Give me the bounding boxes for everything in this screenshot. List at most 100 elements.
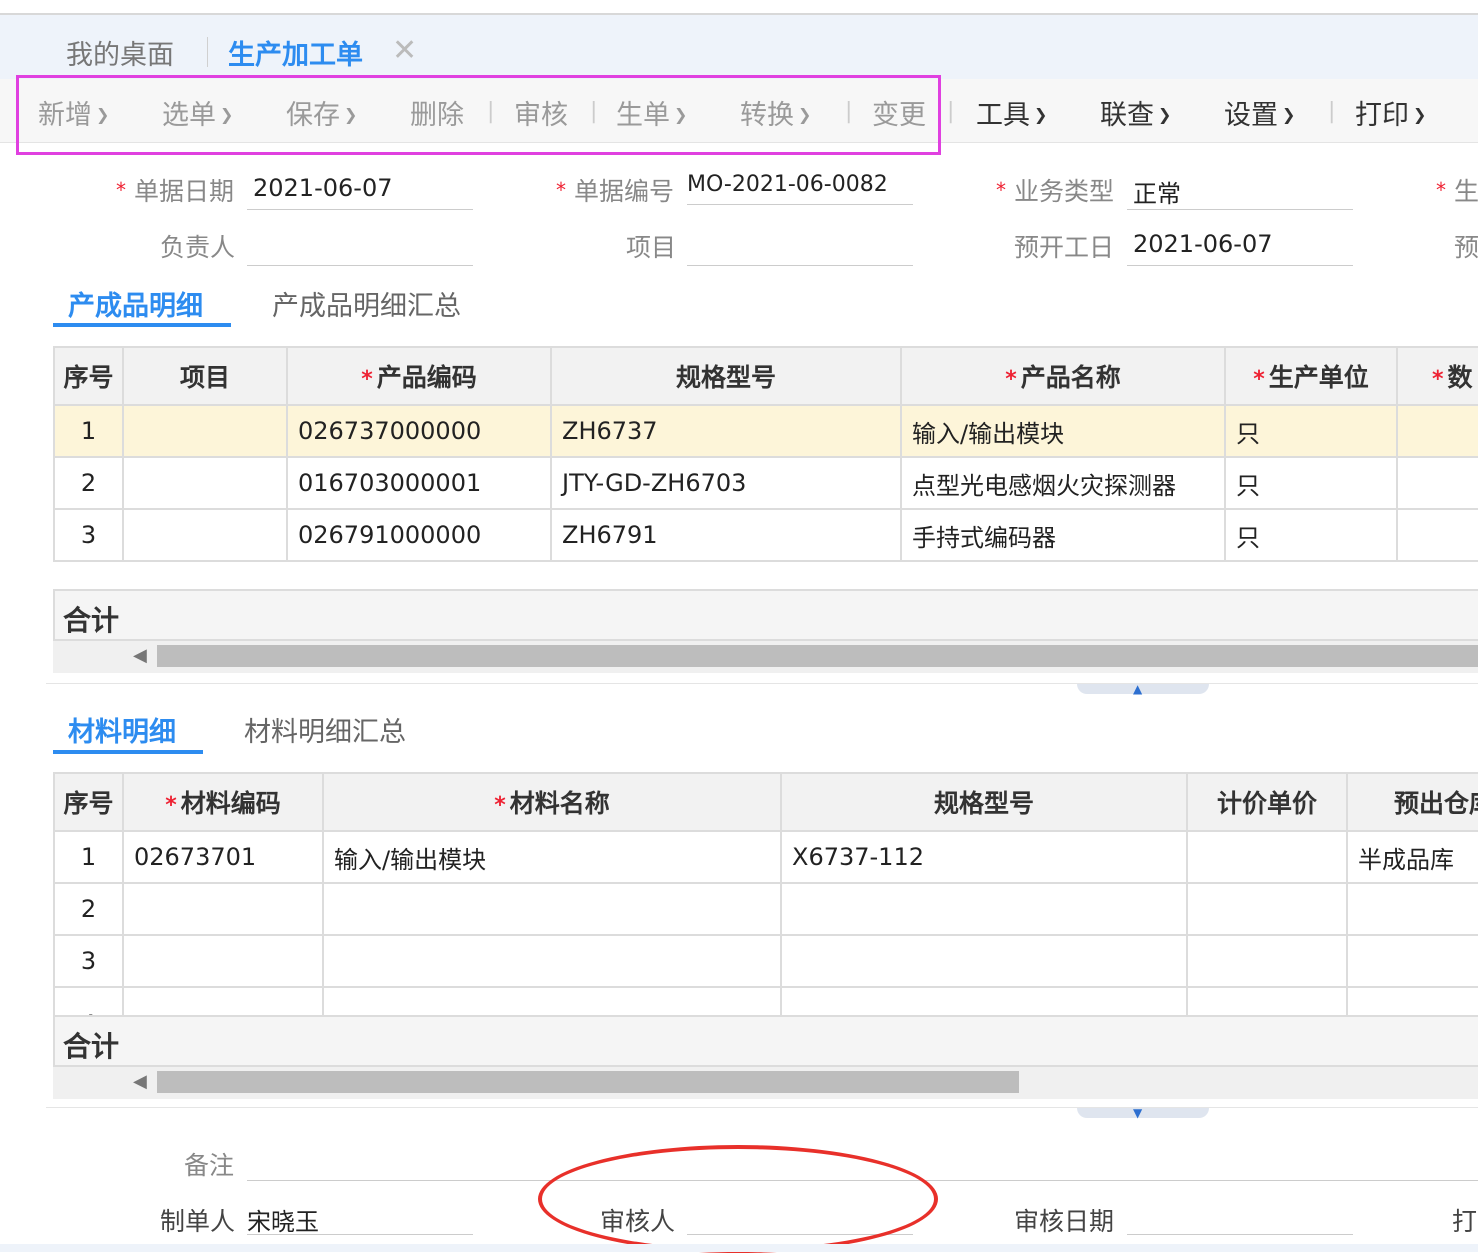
maker-underline [247,1234,473,1235]
collapse-up-icon[interactable]: ▲ [1133,682,1142,696]
cell-unit-price[interactable] [1186,882,1348,936]
cell-quantity[interactable] [1396,456,1478,510]
column-header-material-code[interactable]: * 材料编码 [122,772,324,832]
required-marker: * [494,793,506,818]
cell-product-name[interactable]: 点型光电感烟火灾探测器 [900,456,1226,510]
print-button[interactable]: 打印 ❯ [1355,93,1426,132]
biz-type-field[interactable]: 正常 [1133,174,1181,209]
cell-quantity[interactable] [1396,508,1478,562]
cell-spec[interactable] [780,882,1188,936]
cell-spec[interactable]: ZH6737 [550,404,902,458]
column-header-no[interactable]: 序号 [53,346,124,406]
column-header-product-code[interactable]: * 产品编码 [286,346,552,406]
cell-no[interactable]: 1 [53,404,124,458]
tab-desktop[interactable]: 我的桌面 [66,33,174,73]
cut-field-label-1-text: 生 [1454,177,1478,206]
column-header-quantity[interactable]: * 数 [1396,346,1478,406]
table-row[interactable]: 3 [53,934,1478,988]
link-query-button[interactable]: 联查 ❯ [1100,93,1171,132]
scroll-left-icon[interactable]: ◀ [133,1071,147,1092]
column-header-spec[interactable]: 规格型号 [550,346,902,406]
cell-spec[interactable]: X6737-112 [780,830,1188,884]
material-horizontal-scrollbar[interactable]: ◀ [53,1067,1478,1099]
column-header-product-name[interactable]: * 产品名称 [900,346,1226,406]
toolbar-separator: | [1328,99,1336,124]
remark-label: 备注 [184,1151,235,1180]
cell-product-code[interactable]: 026791000000 [286,508,552,562]
product-horizontal-scrollbar[interactable]: ◀ [53,641,1478,673]
cell-no[interactable]: 2 [53,456,124,510]
expand-down-icon[interactable]: ▼ [1133,1106,1142,1120]
cell-spec[interactable]: JTY-GD-ZH6703 [550,456,902,510]
column-header-no[interactable]: 序号 [53,772,124,832]
toolbar-separator: | [947,99,955,124]
cell-warehouse[interactable]: 半成品库 [1346,830,1478,884]
product-tab-underline [53,323,231,327]
cell-no[interactable]: 2 [53,882,124,936]
cell-project[interactable] [122,456,288,510]
cell-product-code[interactable]: 016703000001 [286,456,552,510]
cell-project[interactable] [122,508,288,562]
column-header-spec[interactable]: 规格型号 [780,772,1188,832]
project-label: 项目 [626,233,677,262]
scrollbar-thumb[interactable] [157,1071,1019,1093]
table-row[interactable]: 3 026791000000 ZH6791 手持式编码器 只 [53,508,1478,562]
column-header-material-name[interactable]: * 材料名称 [322,772,782,832]
cell-material-name[interactable] [322,882,782,936]
chevron-down-icon: ❯ [1413,105,1427,124]
cell-material-name[interactable] [322,934,782,988]
cut-field-label-2: 预 [1454,233,1478,262]
cell-material-code[interactable] [122,934,324,988]
cell-warehouse[interactable] [1346,934,1478,988]
column-header-unit-price[interactable]: 计价单价 [1186,772,1348,832]
biz-type-label: * 业务类型 [996,177,1115,206]
tab-product-summary[interactable]: 产成品明细汇总 [272,284,461,323]
cell-unit[interactable]: 只 [1224,404,1398,458]
tab-material-summary[interactable]: 材料明细汇总 [244,710,406,749]
cell-project[interactable] [122,404,288,458]
table-row[interactable]: 1 026737000000 ZH6737 输入/输出模块 只 [53,404,1478,458]
cell-product-name[interactable]: 手持式编码器 [900,508,1226,562]
doc-date-label-text: 单据日期 [134,177,235,206]
column-header-warehouse[interactable]: 预出仓库 [1346,772,1478,832]
settings-button[interactable]: 设置 ❯ [1224,93,1295,132]
tools-button[interactable]: 工具 ❯ [976,93,1047,132]
cell-unit[interactable]: 只 [1224,456,1398,510]
cell-material-name[interactable]: 输入/输出模块 [322,830,782,884]
settings-label: 设置 [1224,100,1278,131]
doc-no-field[interactable]: MO-2021-06-0082 [687,172,888,197]
cell-spec[interactable] [780,934,1188,988]
table-row[interactable]: 2 016703000001 JTY-GD-ZH6703 点型光电感烟火灾探测器… [53,456,1478,510]
product-total-row: 合计 [53,589,1478,641]
splitter-handle[interactable]: ▲ [1077,682,1209,696]
print-label: 打印 [1355,100,1409,131]
scrollbar-thumb[interactable] [157,645,1478,667]
cell-material-code[interactable] [122,882,324,936]
column-header-unit[interactable]: * 生产单位 [1224,346,1398,406]
chevron-down-icon: ❯ [1282,105,1296,124]
cell-product-name[interactable]: 输入/输出模块 [900,404,1226,458]
cell-no[interactable]: 3 [53,934,124,988]
cell-spec[interactable]: ZH6791 [550,508,902,562]
cell-unit-price[interactable] [1186,830,1348,884]
doc-date-field[interactable]: 2021-06-07 [253,174,392,202]
cell-quantity[interactable] [1396,404,1478,458]
cell-unit-price[interactable] [1186,934,1348,988]
scroll-left-icon[interactable]: ◀ [133,645,147,666]
column-header-project[interactable]: 项目 [122,346,288,406]
cell-no[interactable]: 1 [53,830,124,884]
start-date-field[interactable]: 2021-06-07 [1133,230,1272,258]
maker-field: 宋晓玉 [247,1208,319,1236]
table-row[interactable]: 1 02673701 输入/输出模块 X6737-112 半成品库 [53,830,1478,884]
close-icon[interactable]: ✕ [392,33,417,68]
cell-no[interactable]: 3 [53,508,124,562]
tab-product-detail[interactable]: 产成品明细 [68,284,203,323]
splitter-handle[interactable]: ▼ [1077,1106,1209,1120]
tab-material-detail[interactable]: 材料明细 [68,710,176,749]
cell-material-code[interactable]: 02673701 [122,830,324,884]
cell-unit[interactable]: 只 [1224,508,1398,562]
cell-warehouse[interactable] [1346,882,1478,936]
cell-product-code[interactable]: 026737000000 [286,404,552,458]
table-row[interactable]: 2 [53,882,1478,936]
tab-production-order[interactable]: 生产加工单 [228,33,363,73]
